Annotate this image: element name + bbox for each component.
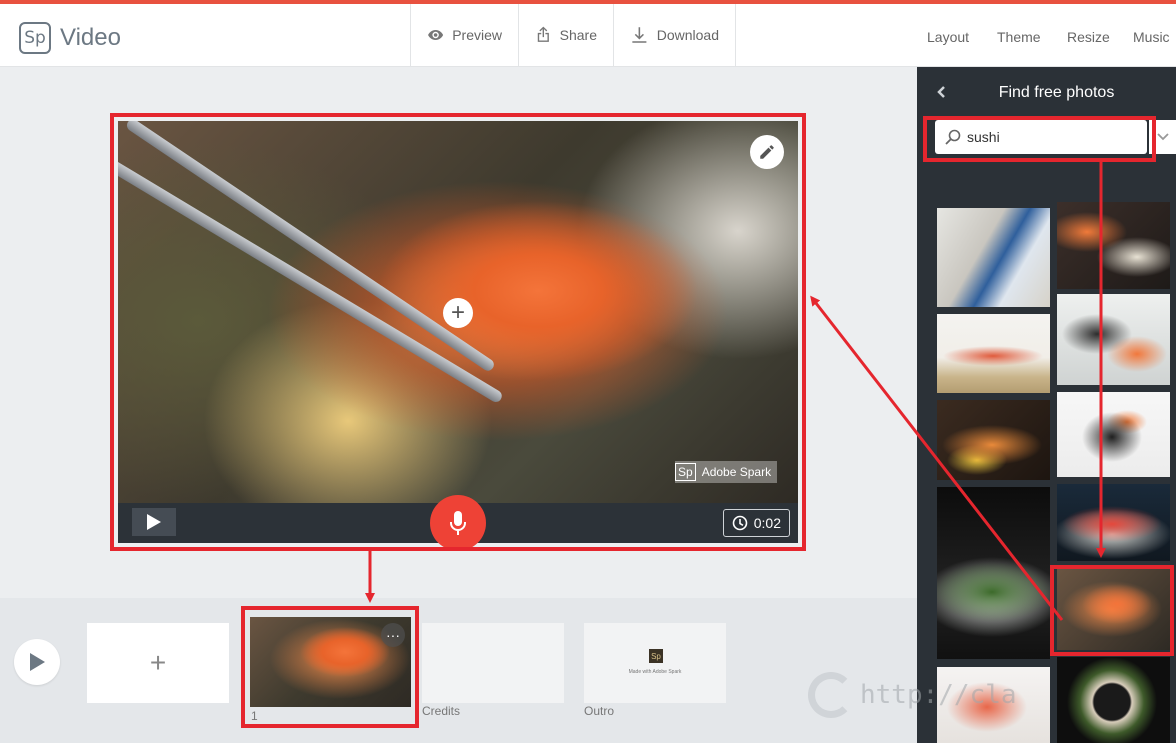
- eye-icon: [428, 29, 444, 41]
- photo-result[interactable]: [1057, 392, 1170, 477]
- player-controls: 0:02: [118, 495, 798, 551]
- share-label: Share: [559, 27, 597, 43]
- slide-photo[interactable]: + Sp Adobe Spark: [118, 121, 798, 503]
- duration-text: 0:02: [753, 515, 781, 531]
- app-title: Video: [60, 24, 121, 51]
- preview-label: Preview: [452, 27, 502, 43]
- adobe-spark-watermark: Sp Adobe Spark: [675, 461, 778, 483]
- record-voice-button[interactable]: [430, 495, 486, 551]
- photo-result[interactable]: [937, 667, 1050, 743]
- slide-label-1: 1: [251, 709, 258, 723]
- slide-more-button[interactable]: ···: [381, 623, 405, 647]
- play-icon: [147, 514, 161, 530]
- share-icon: [537, 26, 549, 42]
- chopstick-shape: [124, 121, 497, 374]
- edit-photo-button[interactable]: [750, 135, 784, 169]
- photo-result[interactable]: [1057, 294, 1170, 385]
- outro-logo: Sp: [649, 649, 663, 663]
- outro-caption: Made with Adobe Spark: [628, 669, 682, 675]
- download-button[interactable]: Download: [613, 4, 736, 66]
- photo-result[interactable]: [937, 208, 1050, 307]
- search-options-dropdown[interactable]: [1149, 120, 1176, 154]
- top-bar: Sp Video Preview Share Download Layout T…: [0, 0, 1176, 67]
- download-label: Download: [656, 27, 719, 43]
- pencil-icon: [760, 145, 774, 159]
- chevron-down-icon: [1156, 133, 1169, 141]
- photo-search-input[interactable]: [967, 129, 1137, 145]
- chopstick-shape: [118, 151, 504, 405]
- watermark-text: Adobe Spark: [701, 465, 772, 479]
- menu-resize[interactable]: Resize: [1067, 29, 1110, 45]
- slide-label-outro: Outro: [584, 704, 615, 718]
- watermark-logo: Sp: [675, 463, 696, 481]
- slide-thumbnail-credits[interactable]: [422, 623, 564, 703]
- download-icon: [632, 27, 647, 43]
- slide-thumbnail-1[interactable]: ···: [250, 617, 411, 707]
- add-slide-button[interactable]: +: [87, 623, 229, 703]
- photo-result[interactable]: [1057, 202, 1170, 289]
- share-button[interactable]: Share: [518, 4, 613, 66]
- video-player: + Sp Adobe Spark 0:02: [118, 121, 798, 551]
- slide-filmstrip: + ··· 1 Credits Sp Made with Adobe Spark…: [0, 598, 917, 743]
- photo-result[interactable]: [937, 314, 1050, 393]
- photo-result[interactable]: [1057, 484, 1170, 561]
- duration-indicator[interactable]: 0:02: [722, 509, 790, 537]
- photo-result-selected[interactable]: [1057, 569, 1170, 650]
- add-content-button[interactable]: +: [443, 298, 473, 328]
- clock-icon: [732, 515, 748, 531]
- slide-label-credits: Credits: [422, 704, 461, 718]
- play-icon: [30, 653, 45, 671]
- preview-button[interactable]: Preview: [410, 4, 518, 66]
- menu-music[interactable]: Music: [1133, 29, 1170, 45]
- photo-result[interactable]: [1057, 657, 1170, 743]
- slide-thumbnail-outro[interactable]: Sp Made with Adobe Spark: [584, 623, 726, 703]
- app-logo[interactable]: Sp Video: [19, 22, 121, 54]
- photo-search-panel: Find free photos: [917, 67, 1176, 743]
- play-slide-button[interactable]: [132, 508, 176, 536]
- play-video-button[interactable]: [14, 639, 60, 685]
- microphone-icon: [450, 511, 466, 535]
- panel-title: Find free photos: [998, 84, 1115, 101]
- menu-layout[interactable]: Layout: [927, 29, 969, 45]
- photo-result[interactable]: [937, 487, 1050, 659]
- photo-result[interactable]: [937, 400, 1050, 480]
- spark-logo-icon: Sp: [19, 22, 51, 54]
- search-icon: [945, 129, 961, 145]
- menu-theme[interactable]: Theme: [997, 29, 1041, 45]
- photo-search-box[interactable]: [935, 120, 1147, 154]
